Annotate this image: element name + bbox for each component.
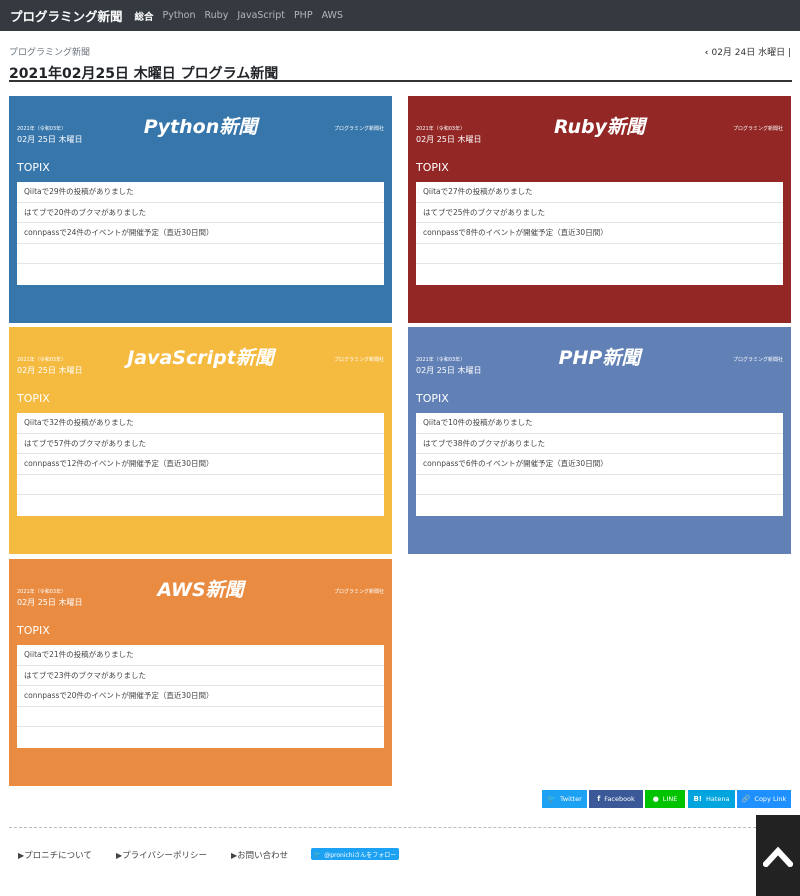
topix-item[interactable]: connpassで12件のイベントが開催予定（直近30日間） [17,454,384,475]
topix-item [17,475,384,495]
footer-about-label: プロニチについて [24,851,92,861]
back-to-top-button[interactable] [756,815,800,896]
topix-heading: TOPIX [17,161,50,174]
prev-day-label: 02月 24日 水曜日 | [711,48,791,58]
nav-link-ruby[interactable]: Ruby [204,10,228,21]
topix-item[interactable]: connpassで20件のイベントが開催予定（直近30日間） [17,686,384,707]
line-icon: ● [652,795,659,803]
follow-label: @pronichiさんをフォロー [324,851,397,859]
hatena-icon: B! [693,795,702,803]
php-news-card: 2021年（令和03年） 02月 25日 木曜日 PHP新聞 プログラミング新聞… [408,327,791,554]
topix-item[interactable]: はてブで23件のブクマがありました [17,666,384,686]
share-facebook-button[interactable]: f Facebook [589,790,643,808]
topix-heading: TOPIX [17,624,50,637]
topix-item[interactable]: connpassで6件のイベントが開催予定（直近30日間） [416,454,783,475]
share-line-button[interactable]: ● LINE [645,790,685,808]
topix-heading: TOPIX [416,161,449,174]
topix-list: Qiitaで32件の投稿がありました はてブで57件のブクマがありました con… [17,413,384,516]
link-icon: 🔗 [741,795,751,803]
topix-item[interactable]: Qiitaで32件の投稿がありました [17,413,384,434]
footer-contact-label: お問い合わせ [237,851,289,861]
card-publisher: プログラミング新聞社 [333,357,384,363]
topix-item[interactable]: はてブで57件のブクマがありました [17,434,384,454]
twitter-follow-button[interactable]: 🐦 @pronichiさんをフォロー [311,848,399,860]
topix-heading: TOPIX [416,392,449,405]
topix-list: Qiitaで27件の投稿がありました はてブで25件のブクマがありました con… [416,182,783,285]
footer-divider [9,827,791,828]
topix-item[interactable]: Qiitaで21件の投稿がありました [17,645,384,666]
share-hatena-label: Hatena [706,795,730,803]
topix-heading: TOPIX [17,392,50,405]
topix-item [416,495,783,516]
topix-item[interactable]: Qiitaで29件の投稿がありました [17,182,384,203]
topix-item [17,264,384,285]
aws-news-card: 2021年（令和03年） 02月 25日 木曜日 AWS新聞 プログラミング新聞… [9,559,392,786]
share-twitter-label: Twitter [559,795,582,803]
nav-link-javascript[interactable]: JavaScript [237,10,285,21]
python-news-card: 2021年（令和03年） 02月 25日 木曜日 Python新聞 プログラミン… [9,96,392,323]
topix-item [416,244,783,264]
topix-item[interactable]: はてブで25件のブクマがありました [416,203,783,223]
breadcrumb[interactable]: プログラミング新聞 [9,45,90,58]
twitter-icon: 🐦 [547,795,556,803]
share-line-label: LINE [662,795,678,803]
chevron-left-icon: ‹ [704,48,709,58]
card-publisher: プログラミング新聞社 [732,126,783,132]
share-twitter-button[interactable]: 🐦 Twitter [542,790,587,808]
footer-link-privacy[interactable]: ▶プライバシーポリシー [116,849,207,861]
copy-link-button[interactable]: 🔗 Copy Link [737,790,791,808]
topix-item[interactable]: connpassで8件のイベントが開催予定（直近30日間） [416,223,783,244]
title-underline [9,80,792,82]
topix-list: Qiitaで10件の投稿がありました はてブで38件のブクマがありました con… [416,413,783,516]
topix-list: Qiitaで29件の投稿がありました はてブで20件のブクマがありました con… [17,182,384,285]
topix-item [17,495,384,516]
ruby-news-card: 2021年（令和03年） 02月 25日 木曜日 Ruby新聞 プログラミング新… [408,96,791,323]
facebook-icon: f [597,795,601,803]
chevron-up-icon [763,846,793,867]
javascript-news-card: 2021年（令和03年） 02月 25日 木曜日 JavaScript新聞 プロ… [9,327,392,554]
footer-link-about[interactable]: ▶プロニチについて [18,849,92,861]
topix-item [17,244,384,264]
card-publisher: プログラミング新聞社 [333,126,384,132]
site-brand[interactable]: プログラミング新聞 [10,6,123,25]
card-publisher: プログラミング新聞社 [732,357,783,363]
card-publisher: プログラミング新聞社 [333,589,384,595]
topix-item[interactable]: Qiitaで27件の投稿がありました [416,182,783,203]
footer-link-contact[interactable]: ▶お問い合わせ [231,849,288,861]
topix-item[interactable]: はてブで38件のブクマがありました [416,434,783,454]
nav-link-php[interactable]: PHP [294,10,313,21]
topix-item[interactable]: connpassで24件のイベントが開催予定（直近30日間） [17,223,384,244]
topix-item [17,727,384,748]
footer-privacy-label: プライバシーポリシー [122,851,207,861]
twitter-icon: 🐦 [313,850,322,858]
nav-link-aws[interactable]: AWS [322,10,343,21]
topix-item [416,264,783,285]
copy-link-label: Copy Link [754,795,787,803]
topix-item[interactable]: はてブで20件のブクマがありました [17,203,384,223]
prev-day-link[interactable]: ‹ 02月 24日 水曜日 | [705,45,791,58]
share-hatena-button[interactable]: B! Hatena [688,790,735,808]
topix-item[interactable]: Qiitaで10件の投稿がありました [416,413,783,434]
share-facebook-label: Facebook [604,795,635,803]
topix-item [416,475,783,495]
topix-item [17,707,384,727]
nav-link-python[interactable]: Python [163,10,196,21]
top-navbar: プログラミング新聞 総合 Python Ruby JavaScript PHP … [0,0,800,31]
topix-list: Qiitaで21件の投稿がありました はてブで23件のブクマがありました con… [17,645,384,748]
nav-link-general[interactable]: 総合 [135,9,154,23]
